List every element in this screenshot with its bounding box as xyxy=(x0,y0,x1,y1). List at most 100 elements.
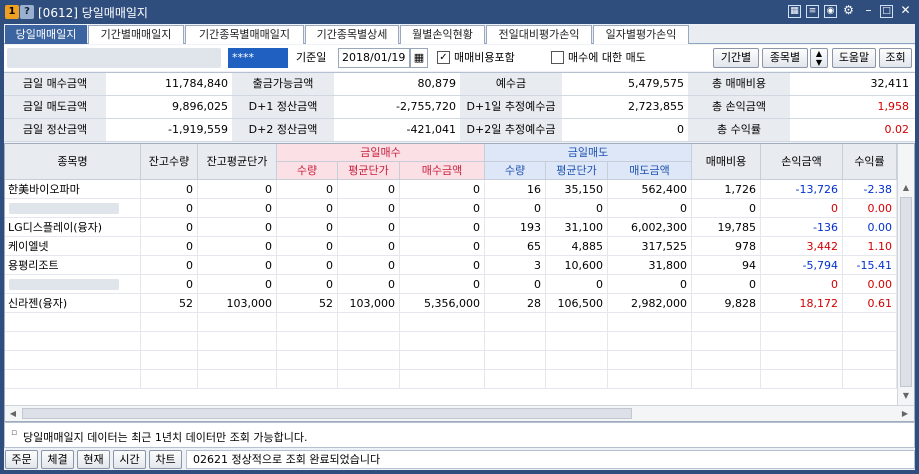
tab-period-stock-journal[interactable]: 기간종목별매매일지 xyxy=(185,25,304,44)
tab-daily-journal[interactable]: 당일매매일지 xyxy=(5,25,87,44)
tab-period-stock-detail[interactable]: 기간종목별상세 xyxy=(305,25,399,44)
summary-value: 1,958 xyxy=(790,96,913,118)
table-cell xyxy=(277,370,338,389)
col-header-fee[interactable]: 매매비용 xyxy=(692,144,761,180)
summary-value: 80,879 xyxy=(334,73,460,95)
scroll-right-icon[interactable]: ▶ xyxy=(897,406,913,421)
table-row[interactable] xyxy=(5,332,897,351)
table-cell: -15.41 xyxy=(843,256,897,275)
col-header-buy-avg[interactable]: 평균단가 xyxy=(338,162,400,180)
period-button[interactable]: 기간별 xyxy=(713,48,759,68)
scroll-left-icon[interactable]: ◀ xyxy=(5,406,21,421)
table-cell: 52 xyxy=(277,294,338,313)
col-header-qty[interactable]: 잔고수량 xyxy=(141,144,198,180)
table-cell: 16 xyxy=(485,180,546,199)
col-header-sell-amt[interactable]: 매도금액 xyxy=(608,162,692,180)
table-row[interactable] xyxy=(5,351,897,370)
table-cell xyxy=(843,313,897,332)
table-cell: -13,726 xyxy=(761,180,843,199)
by-stock-button[interactable]: 종목별 xyxy=(762,48,808,68)
col-header-pl[interactable]: 손익금액 xyxy=(761,144,843,180)
tab-vs-prev-day[interactable]: 전일대비평가손익 xyxy=(486,25,592,44)
table-cell: 0 xyxy=(692,199,761,218)
table-row[interactable] xyxy=(5,313,897,332)
order-button[interactable]: 주문 xyxy=(5,450,38,469)
summary-value: -2,755,720 xyxy=(334,96,460,118)
maximize-icon[interactable]: □ xyxy=(880,5,893,18)
table-cell: 317,525 xyxy=(608,237,692,256)
table-cell xyxy=(141,351,198,370)
close-icon[interactable]: ✕ xyxy=(899,4,912,18)
execution-button[interactable]: 체결 xyxy=(41,450,74,469)
summary-label: 출금가능금액 xyxy=(232,73,334,95)
chart-button[interactable]: 차트 xyxy=(149,450,182,469)
summary-label: D+1일 추정예수금 xyxy=(460,96,562,118)
vertical-scrollbar[interactable]: ▲ ▼ xyxy=(897,144,914,405)
help-button[interactable]: 도움말 xyxy=(832,48,876,68)
title-bar[interactable]: 1 ? [0612] 당일매매일지 ▦ ≡ ◉ ⚙ – □ ✕ xyxy=(0,0,919,24)
table-row[interactable]: 케이엘넷 0 0 0 0 0 65 4,885 317,525 978 3,442 1.10 xyxy=(5,237,897,256)
date-field[interactable]: 2018/01/19 xyxy=(338,48,410,68)
query-toolbar: **** 기준일 2018/01/19 ▦ ✓ 매매비용포함 매수에 대한 매도… xyxy=(4,45,915,71)
calendar-icon[interactable]: ▦ xyxy=(788,5,801,18)
scroll-up-icon[interactable]: ▲ xyxy=(898,180,914,196)
notes-icon[interactable]: ≡ xyxy=(806,5,819,18)
col-header-rate[interactable]: 수익률 xyxy=(843,144,897,180)
summary-label: 총 매매비용 xyxy=(688,73,790,95)
query-button[interactable]: 조회 xyxy=(879,48,912,68)
password-field[interactable]: **** xyxy=(228,48,288,68)
calendar-picker-icon[interactable]: ▦ xyxy=(410,48,428,68)
help-icon[interactable]: ? xyxy=(20,5,34,19)
table-cell: 0 xyxy=(277,180,338,199)
table-row[interactable]: 한美바이오파마 0 0 0 0 0 16 35,150 562,400 1,726 -13,726-… xyxy=(5,180,897,199)
col-header-sell-qty[interactable]: 수량 xyxy=(485,162,546,180)
scroll-thumb[interactable] xyxy=(900,197,912,387)
table-cell: 0 xyxy=(141,180,198,199)
col-header-avg[interactable]: 잔고평균단가 xyxy=(198,144,277,180)
tab-period-journal[interactable]: 기간별매매일지 xyxy=(88,25,184,44)
table-row[interactable]: LG디스플레이(융자) 0 0 0 0 0 193 31,100 6,002,300 19,785… xyxy=(5,218,897,237)
table-cell xyxy=(198,313,277,332)
table-cell: 0 xyxy=(608,275,692,294)
stock-name-cell: 신라젠(융자) xyxy=(5,294,141,313)
col-header-name[interactable]: 종목명 xyxy=(5,144,141,180)
summary-value: 2,723,855 xyxy=(562,96,688,118)
col-header-buy-qty[interactable]: 수량 xyxy=(277,162,338,180)
col-header-buy-amt[interactable]: 매수금액 xyxy=(400,162,485,180)
table-cell: 28 xyxy=(485,294,546,313)
table-row[interactable]: 0 0 0 0 0 0 0 0 0 0 0.00 xyxy=(5,199,897,218)
summary-panel: 금일 매수금액 11,784,840 출금가능금액 80,879 예수금 5,4… xyxy=(4,72,915,142)
col-header-sell-avg[interactable]: 평균단가 xyxy=(546,162,608,180)
table-row[interactable]: 용평리조트 0 0 0 0 0 3 10,600 31,800 94 -5,794 -15.41 xyxy=(5,256,897,275)
table-cell xyxy=(277,351,338,370)
minimize-icon[interactable]: – xyxy=(862,4,875,18)
fee-include-checkbox[interactable]: ✓ xyxy=(437,51,450,64)
table-row[interactable] xyxy=(5,370,897,389)
table-cell: 0 xyxy=(338,237,400,256)
tab-daily-valuation[interactable]: 일자별평가손익 xyxy=(593,25,689,44)
date-label: 기준일 xyxy=(296,51,327,64)
table-cell: 0 xyxy=(400,180,485,199)
gear-icon[interactable]: ⚙ xyxy=(842,4,855,18)
tab-monthly-pl[interactable]: 월별손익현황 xyxy=(400,25,485,44)
table-row[interactable]: 0 0 0 0 0 0 0 0 0 0 0.00 xyxy=(5,275,897,294)
account-selector[interactable] xyxy=(7,48,221,68)
table-cell: 0 xyxy=(485,199,546,218)
table-cell xyxy=(277,332,338,351)
summary-label: 예수금 xyxy=(460,73,562,95)
camera-icon[interactable]: ◉ xyxy=(824,5,837,18)
sell-against-buy-checkbox[interactable] xyxy=(551,51,564,64)
horizontal-scrollbar[interactable]: ◀ ▶ xyxy=(5,405,914,421)
h-scroll-thumb[interactable] xyxy=(22,408,632,419)
current-price-button[interactable]: 현재 xyxy=(77,450,110,469)
table-row[interactable]: 신라젠(융자) 52 103,000 52 103,000 5,356,000 28 106,… xyxy=(5,294,897,313)
table-cell: 0 xyxy=(141,275,198,294)
redacted-name xyxy=(9,279,119,290)
scroll-down-icon[interactable]: ▼ xyxy=(898,388,914,404)
summary-value: 11,784,840 xyxy=(106,73,232,95)
table-cell: 0 xyxy=(198,180,277,199)
table-cell: 9,828 xyxy=(692,294,761,313)
app-window: 1 ? [0612] 당일매매일지 ▦ ≡ ◉ ⚙ – □ ✕ 당일매매일지 기… xyxy=(0,0,919,474)
time-button[interactable]: 시간 xyxy=(113,450,146,469)
up-down-spinner-icon[interactable]: ▲ ▼ xyxy=(810,48,828,68)
